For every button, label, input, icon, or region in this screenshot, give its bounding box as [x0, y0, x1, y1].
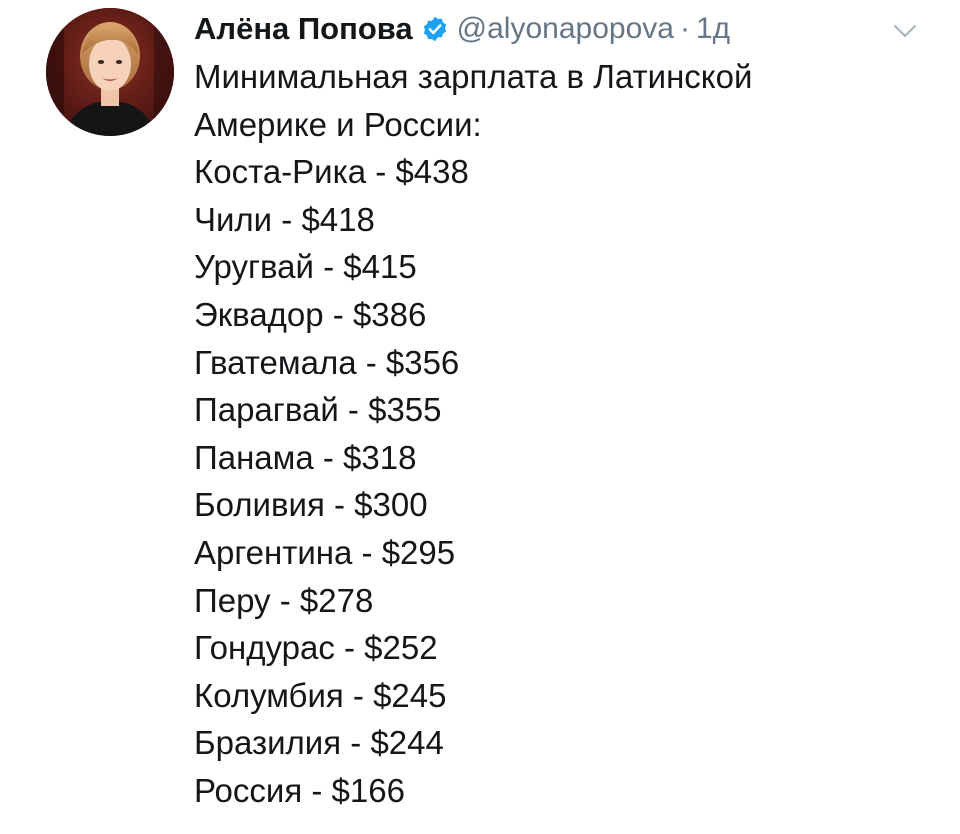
wage-list-item: Перу - $278 — [194, 581, 374, 619]
verified-badge-icon — [421, 15, 449, 43]
wage-list-item: Уругвай - $415 — [194, 248, 417, 286]
wage-list-item: Гватемала - $356 — [194, 343, 460, 381]
wage-list-item: Парагвай - $355 — [194, 391, 442, 429]
wage-list-item: Боливия - $300 — [194, 486, 428, 524]
tweet-header: Алёна Попова @alyonapopova · 1д — [194, 6, 730, 52]
avatar-photo — [46, 8, 174, 136]
wage-list-item: Россия - $166 — [194, 771, 405, 809]
tweet-text: Минимальная зарплата в Латинской Америке… — [194, 53, 934, 815]
wage-list-item: Бразилия - $244 — [194, 724, 444, 762]
intro-line: Америке и России: — [194, 105, 482, 143]
avatar[interactable] — [46, 8, 174, 136]
wage-list-item: Гондурас - $252 — [194, 629, 438, 667]
wage-list-item: Эквадор - $386 — [194, 295, 427, 333]
tweet-timestamp[interactable]: 1д — [696, 12, 730, 46]
wage-list-item: Панама - $318 — [194, 438, 417, 476]
wage-list-item: Коста-Рика - $438 — [194, 153, 469, 191]
separator-dot: · — [679, 12, 690, 45]
wage-list-item: Колумбия - $245 — [194, 676, 447, 714]
intro-line: Минимальная зарплата в Латинской — [194, 58, 753, 95]
author-handle[interactable]: @alyonapopova — [457, 12, 674, 46]
wage-list-item: Чили - $418 — [194, 200, 375, 238]
tweet: Алёна Попова @alyonapopova · 1д Минималь… — [0, 0, 960, 834]
wage-list-item: Аргентина - $295 — [194, 533, 456, 571]
author-name[interactable]: Алёна Попова — [194, 11, 413, 47]
chevron-down-icon[interactable] — [888, 14, 922, 48]
